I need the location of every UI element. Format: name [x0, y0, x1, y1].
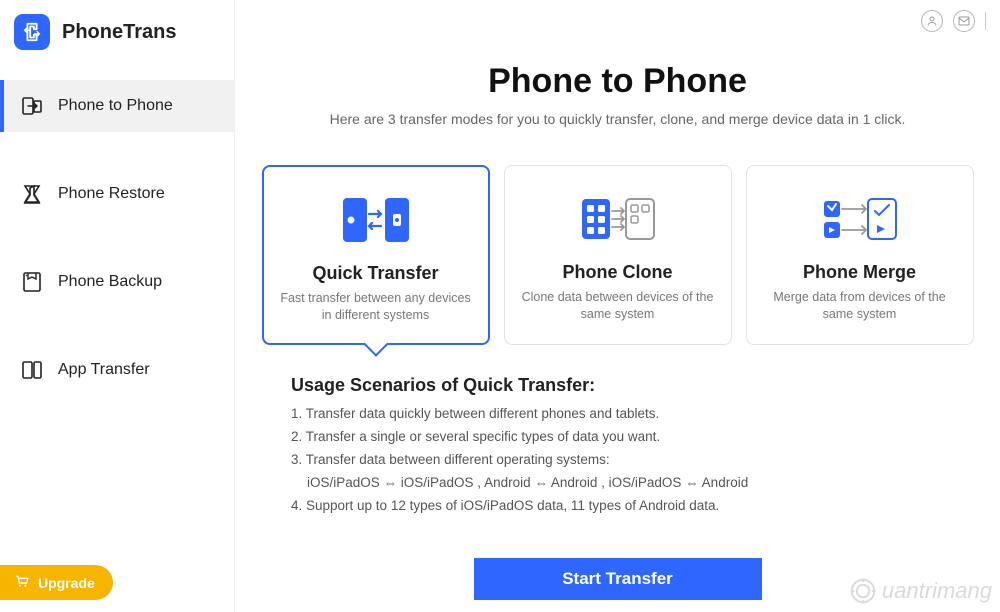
watermark: uantrimang	[848, 576, 992, 606]
scenario-line: 3. Transfer data between different opera…	[291, 452, 984, 467]
card-desc: Fast transfer between any devices in dif…	[276, 290, 476, 324]
start-transfer-button[interactable]: Start Transfer	[474, 558, 762, 600]
upgrade-label: Upgrade	[38, 575, 95, 591]
user-icon[interactable]	[921, 10, 943, 32]
sidebar-item-label: Phone to Phone	[58, 97, 173, 115]
mode-cards: Quick Transfer Fast transfer between any…	[251, 165, 984, 345]
sidebar-item-label: Phone Backup	[58, 273, 162, 291]
sidebar-item-phone-to-phone[interactable]: Phone to Phone	[0, 80, 234, 132]
page-title: Phone to Phone	[251, 62, 984, 101]
page-subtitle: Here are 3 transfer modes for you to qui…	[251, 111, 984, 127]
sidebar-item-phone-backup[interactable]: Phone Backup	[0, 256, 234, 308]
app-transfer-icon	[20, 358, 44, 382]
card-quick-transfer[interactable]: Quick Transfer Fast transfer between any…	[262, 165, 490, 345]
phone-to-phone-icon	[20, 94, 44, 118]
scenario-line: 2. Transfer a single or several specific…	[291, 429, 984, 444]
app-title: PhoneTrans	[62, 21, 176, 44]
scenario-line: iOS/iPadOS ⇔ iOS/iPadOS , Android ⇔ Andr…	[307, 475, 984, 490]
sidebar-item-app-transfer[interactable]: App Transfer	[0, 344, 234, 396]
sidebar-item-phone-restore[interactable]: Phone Restore	[0, 168, 234, 220]
phone-merge-icon	[818, 184, 902, 254]
divider	[985, 12, 986, 30]
scenario-line: 1. Transfer data quickly between differe…	[291, 406, 984, 421]
cart-icon	[14, 573, 30, 592]
window-top-icons	[921, 10, 986, 32]
sidebar-item-label: Phone Restore	[58, 185, 165, 203]
card-title: Phone Clone	[562, 262, 672, 283]
card-desc: Clone data between devices of the same s…	[517, 289, 719, 323]
card-desc: Merge data from devices of the same syst…	[759, 289, 961, 323]
mail-icon[interactable]	[953, 10, 975, 32]
card-title: Quick Transfer	[312, 263, 438, 284]
scenarios-title: Usage Scenarios of Quick Transfer:	[291, 375, 984, 396]
restore-icon	[20, 182, 44, 206]
card-phone-clone[interactable]: Phone Clone Clone data between devices o…	[504, 165, 732, 345]
quick-transfer-icon	[337, 185, 415, 255]
card-title: Phone Merge	[803, 262, 916, 283]
backup-icon	[20, 270, 44, 294]
sidebar-item-label: App Transfer	[58, 361, 150, 379]
sidebar: PhoneTrans Phone to Phone	[0, 0, 235, 612]
phone-clone-icon	[576, 184, 660, 254]
sidebar-nav: Phone to Phone Phone Restore	[0, 80, 234, 396]
card-phone-merge[interactable]: Phone Merge Merge data from devices of t…	[746, 165, 974, 345]
app-logo-icon	[14, 14, 50, 50]
usage-scenarios: Usage Scenarios of Quick Transfer: 1. Tr…	[291, 375, 984, 521]
main-content: Phone to Phone Here are 3 transfer modes…	[235, 0, 1000, 612]
scenario-line: 4. Support up to 12 types of iOS/iPadOS …	[291, 498, 984, 513]
upgrade-button[interactable]: Upgrade	[0, 565, 113, 600]
app-logo-row: PhoneTrans	[0, 0, 234, 74]
